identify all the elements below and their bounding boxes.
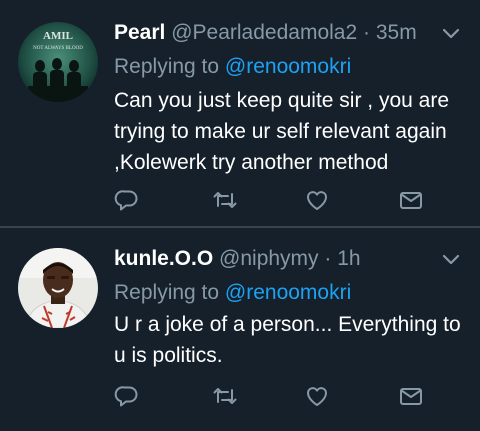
display-name[interactable]: Pearl [114,21,165,44]
avatar-image [18,248,98,328]
avatar-caption: NOT ALWAYS BLOOD [33,46,83,51]
timestamp[interactable]: 35m [376,21,417,44]
tweet-header: kunle.O.O @niphymy · 1h [114,244,460,274]
reply-icon [114,386,138,407]
replying-to: Replying to @renoomokri [114,278,351,308]
replying-to-label: Replying to [114,281,220,304]
retweet-button[interactable] [210,381,240,411]
reply-icon [114,190,138,211]
retweet-icon [213,192,237,208]
tweet-actions [0,185,480,215]
timestamp[interactable]: 1h [337,247,360,270]
share-icon [400,192,422,209]
user-handle[interactable]: @Pearladedamola2 [171,21,357,44]
display-name[interactable]: kunle.O.O [114,247,213,270]
share-icon [400,388,422,405]
chevron-down-icon[interactable] [442,254,460,266]
replying-to: Replying to @renoomokri [114,52,351,82]
reply-button[interactable] [112,185,142,215]
tweet-item[interactable]: AMIL NOT ALWAYS BLOOD Pearl @Pearladedam… [0,0,480,226]
tweet-item[interactable]: kunle.O.O @niphymy · 1h Replying to @ren… [0,228,480,431]
separator: · [324,247,332,270]
avatar-logo: AMIL [43,30,73,42]
share-button[interactable] [396,185,426,215]
avatar[interactable]: AMIL NOT ALWAYS BLOOD [18,22,98,102]
replying-to-label: Replying to [114,55,220,78]
share-button[interactable] [396,381,426,411]
reply-button[interactable] [112,381,142,411]
avatar-image: AMIL NOT ALWAYS BLOOD [18,22,98,102]
tweet-text: Can you just keep quite sir , you are tr… [114,89,450,174]
chevron-down-icon[interactable] [442,28,460,40]
avatar[interactable] [18,248,98,328]
like-icon [306,387,328,406]
mention-link[interactable]: @renoomokri [225,281,351,304]
like-button[interactable] [302,381,332,411]
user-handle[interactable]: @niphymy [219,247,319,270]
like-icon [306,191,328,210]
separator: · [363,21,370,44]
tweet-actions [0,381,480,411]
retweet-button[interactable] [210,185,240,215]
tweet-text: U r a joke of a person... Everything to … [114,313,461,367]
retweet-icon [213,388,237,404]
tweet-header: Pearl @Pearladedamola2 · 35m [114,18,460,48]
like-button[interactable] [302,185,332,215]
mention-link[interactable]: @renoomokri [225,55,351,78]
